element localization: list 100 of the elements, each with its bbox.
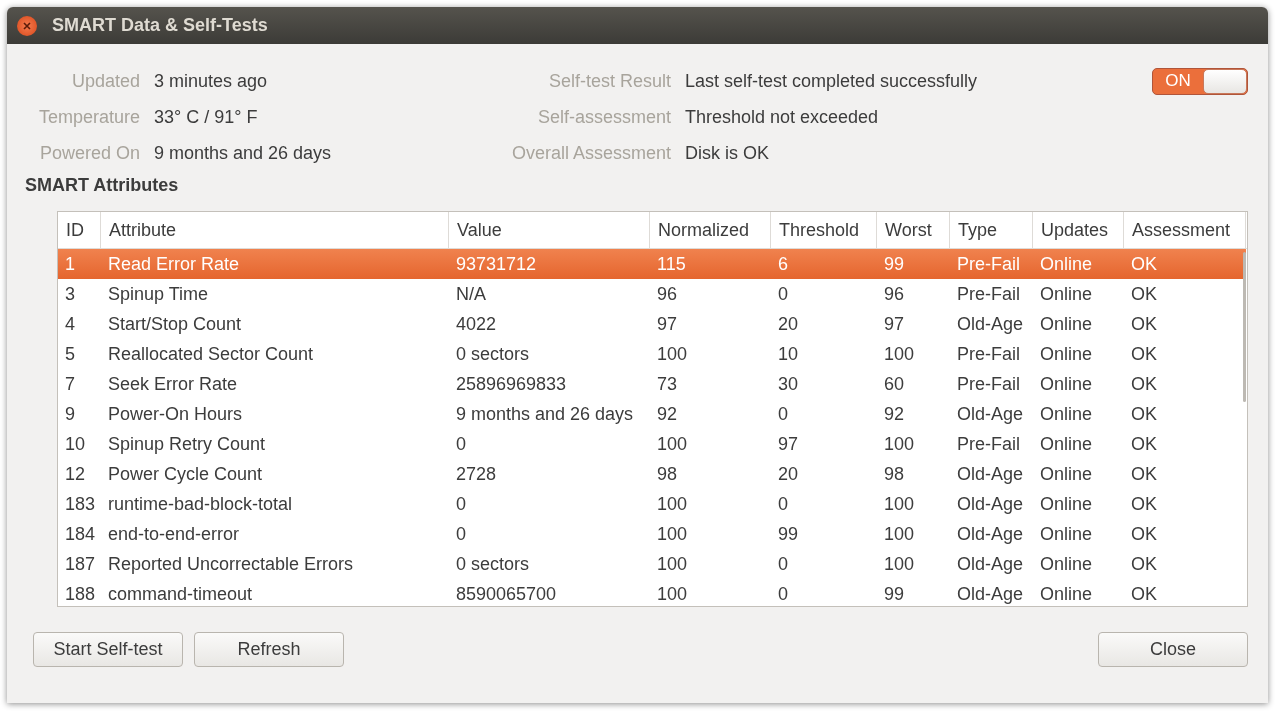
table-cell-text: Pre-Fail [956,283,1021,305]
dialog-button[interactable]: Start Self-test [33,632,183,667]
table-cell-text: Old-Age [956,583,1025,605]
info-value: Last self-test completed successfully [685,70,979,92]
table-cell-text: 100 [656,583,689,605]
table-cell-text: OK [1130,433,1158,455]
table-cell-text: 187 [64,553,97,575]
table-cell-text: 100 [883,493,916,515]
column-header[interactable]: Normalized [650,212,771,248]
table-cell-text: Spinup Time [107,283,210,305]
column-header[interactable]: Worst [877,212,950,248]
table-cell-text: Online [1039,373,1094,395]
table-cell-text: Pre-Fail [956,253,1021,275]
table-cell-text: Online [1039,343,1094,365]
table-cell-text: OK [1130,403,1158,425]
table-cell-text: 12 [64,463,87,485]
table-cell-text: Pre-Fail [956,343,1021,365]
table-cell-text: 184 [64,523,97,545]
table-cell-text: Spinup Retry Count [107,433,267,455]
table-cell-text: 0 [777,283,789,305]
table-cell-text: 9 [64,403,76,425]
info-value: 3 minutes ago [154,70,269,92]
table-row[interactable]: 183 runtime-bad-block-total 0 100 0 100 Old-Age Online OK [58,489,1246,519]
table-row[interactable]: 12 Power Cycle Count 2728 98 20 98 Old-Age Online OK [58,459,1246,489]
table-cell-text: Read Error Rate [107,253,241,275]
table-cell-text: 100 [883,553,916,575]
table-row[interactable]: 9 Power-On Hours 9 months and 26 days 92 0 92 Old-Age Online OK [58,399,1246,429]
table-row[interactable]: 4 Start/Stop Count 4022 97 20 97 Old-Age Online OK [58,309,1246,339]
info-label: Temperature [37,106,140,128]
table-cell-text: Old-Age [956,313,1025,335]
close-button[interactable] [17,15,37,36]
table-cell-text: 97 [656,313,679,335]
table-row[interactable]: 184 end-to-end-error 0 100 99 100 Old-Age Online OK [58,519,1246,549]
table-cell-text: 20 [777,313,800,335]
table-cell-text: runtime-bad-block-total [107,493,294,515]
table-cell-text: 100 [656,433,689,455]
table-cell-text: OK [1130,583,1158,605]
scrollbar[interactable] [1243,252,1246,402]
table-cell-text: N/A [455,283,487,305]
table-cell-text: Pre-Fail [956,433,1021,455]
table-cell-text: 97 [883,313,906,335]
table-cell-text: OK [1130,463,1158,485]
table-cell-text: 4 [64,313,76,335]
dialog-button[interactable]: Refresh [194,632,344,667]
table-cell-text: 0 [455,493,467,515]
close-icon [21,19,33,32]
table-cell-text: 93731712 [455,253,538,275]
info-value: Threshold not exceeded [685,106,880,128]
window-title: SMART Data & Self-Tests [52,15,268,36]
column-header[interactable]: Assessment [1124,212,1246,248]
table-row[interactable]: 5 Reallocated Sector Count 0 sectors 100 10 100 Pre-Fail Online OK [58,339,1246,369]
dialog-button[interactable]: Close [1098,632,1248,667]
table-cell-text: 73 [656,373,679,395]
table-cell-text: Online [1039,583,1094,605]
table-cell-text: Reallocated Sector Count [107,343,315,365]
table-cell-text: OK [1130,523,1158,545]
table-cell-text: Online [1039,463,1094,485]
table-cell-text: Online [1039,403,1094,425]
table-cell-text: 96 [656,283,679,305]
info-value: Disk is OK [685,142,770,164]
table-cell-text: Online [1039,523,1094,545]
info-label: Updated [70,70,140,92]
table-cell-text: Online [1039,313,1094,335]
table-row[interactable]: 187 Reported Uncorrectable Errors 0 sectors 100 0 100 Old-Age Online OK [58,549,1246,579]
table-cell-text: 188 [64,583,97,605]
table-row[interactable]: 10 Spinup Retry Count 0 100 97 100 Pre-Fail Online OK [58,429,1246,459]
table-cell-text: OK [1130,313,1158,335]
table-cell-text: Online [1039,433,1094,455]
table-cell-text: 100 [656,343,689,365]
table-cell-text: Online [1039,553,1094,575]
table-row[interactable]: 188 command-timeout 8590065700 100 0 99 Old-Age Online OK [58,579,1246,606]
table-cell-text: Old-Age [956,523,1025,545]
table-cell-text: 98 [883,463,906,485]
column-header[interactable]: Value [449,212,650,248]
table-cell-text: Old-Age [956,463,1025,485]
table-cell-text: 100 [656,523,689,545]
table-cell-text: Old-Age [956,493,1025,515]
table-cell-text: 25896969833 [455,373,568,395]
table-cell-text: 99 [883,253,906,275]
table-row[interactable]: 7 Seek Error Rate 25896969833 73 30 60 Pre-Fail Online OK [58,369,1246,399]
info-label: Self-assessment [536,106,671,128]
info-label: Overall Assessment [510,142,671,164]
table-row[interactable]: 3 Spinup Time N/A 96 0 96 Pre-Fail Online OK [58,279,1246,309]
table-cell-text: 6 [777,253,789,275]
table-cell-text: Old-Age [956,403,1025,425]
column-header[interactable]: Attribute [101,212,449,248]
table-cell-text: 0 [777,583,789,605]
column-header[interactable]: ID [58,212,101,248]
table-cell-text: end-to-end-error [107,523,241,545]
column-header[interactable]: Updates [1033,212,1124,248]
table-cell-text: 0 sectors [455,553,531,575]
info-value: 33° C / 91° F [154,106,259,128]
table-cell-text: 92 [656,403,679,425]
table-cell-text: 0 sectors [455,343,531,365]
column-header[interactable]: Threshold [771,212,877,248]
table-cell-text: OK [1130,493,1158,515]
table-cell-text: 183 [64,493,97,515]
table-cell-text: Online [1039,283,1094,305]
column-header[interactable]: Type [950,212,1033,248]
table-cell-text: 4022 [455,313,498,335]
